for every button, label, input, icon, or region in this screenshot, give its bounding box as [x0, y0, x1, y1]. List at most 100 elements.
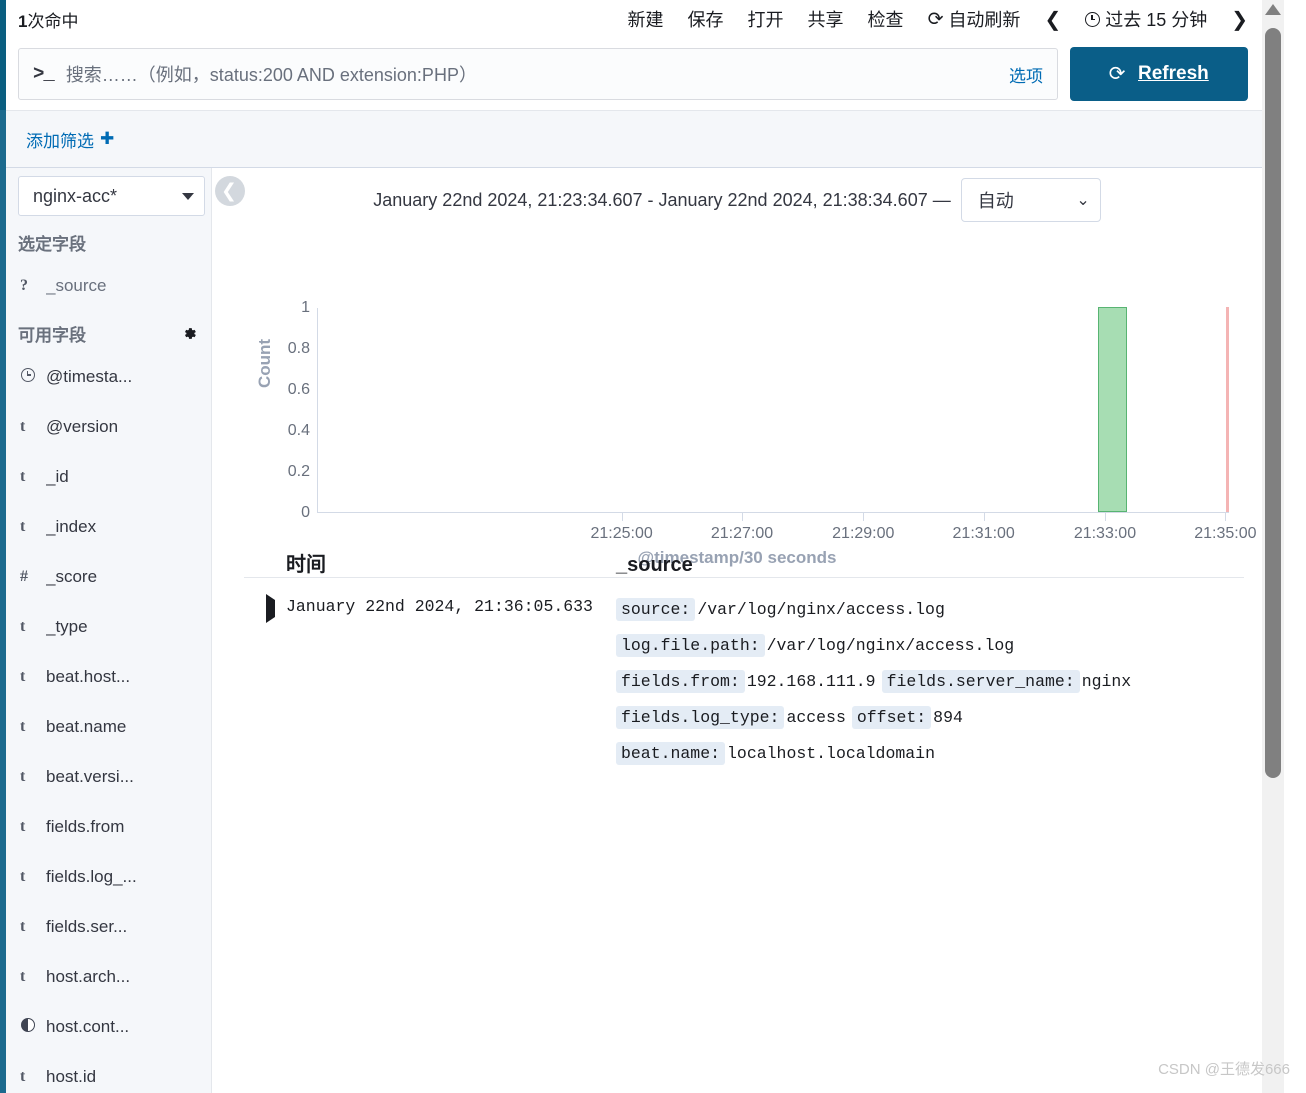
field-label: beat.host... [46, 667, 131, 686]
source-field-value: 894 [933, 708, 963, 727]
sidebar-field-beat-hostname[interactable]: t beat.host... [6, 652, 211, 702]
sidebar-field-fields-server-name[interactable]: t fields.ser... [6, 902, 211, 952]
string-type-icon: t [20, 1068, 26, 1085]
sidebar-field-version[interactable]: t @version [6, 402, 211, 452]
sidebar-field-host-architecture[interactable]: t host.arch... [6, 952, 211, 1002]
table-row[interactable]: January 22nd 2024, 21:36:05.633 source: /… [244, 578, 1244, 772]
sidebar-field-host-id[interactable]: t host.id [6, 1052, 211, 1093]
field-label: fields.log_... [46, 867, 137, 886]
query-bar: >_ 搜索……（例如，status:200 AND extension:PHP）… [6, 38, 1262, 110]
column-header-time[interactable]: 时间 [286, 548, 616, 577]
refresh-cycle-icon: ⟲ [927, 8, 944, 30]
field-label: @version [46, 417, 119, 436]
nav-share[interactable]: 共享 [808, 6, 844, 32]
time-range-label: January 22nd 2024, 21:23:34.607 - Januar… [373, 189, 951, 210]
gear-icon[interactable] [182, 326, 197, 341]
nav-open[interactable]: 打开 [748, 6, 784, 32]
chevron-down-icon [182, 192, 194, 200]
field-label: host.arch... [46, 967, 131, 986]
sidebar-field-index[interactable]: t _index [6, 502, 211, 552]
add-filter-button[interactable]: 添加筛选 ✚ [26, 127, 114, 152]
refresh-button[interactable]: ⟲ Refresh [1070, 47, 1248, 101]
source-field-key: offset: [851, 706, 932, 729]
field-label: _type [46, 617, 88, 636]
refresh-cycle-icon: ⟲ [1109, 63, 1126, 85]
column-header-source[interactable]: _source [616, 554, 1244, 577]
scroll-up-arrow-icon[interactable] [1265, 4, 1281, 15]
expand-row-button[interactable] [244, 592, 286, 772]
string-type-icon: t [20, 468, 26, 485]
hits-label: 次命中 [27, 11, 79, 31]
source-field-value: /var/log/nginx/access.log [697, 600, 945, 619]
field-label: @timesta... [46, 367, 133, 386]
source-field-line: log.file.path:/var/log/nginx/access.log [616, 628, 1244, 664]
y-tick-label: 0.4 [287, 422, 310, 439]
sidebar-field-beat-version[interactable]: t beat.versi... [6, 752, 211, 802]
source-field-value: access [786, 708, 846, 727]
nav-inspect[interactable]: 检查 [868, 6, 904, 32]
field-label: _source [46, 276, 107, 295]
sidebar-field-timestamp[interactable]: @timesta... [6, 352, 211, 402]
top-nav: 新建 保存 打开 共享 检查 ⟲ 自动刷新 ❮ 过去 15 分钟 ❯ [628, 6, 1262, 32]
string-type-icon: t [20, 868, 26, 885]
vertical-scrollbar[interactable] [1262, 0, 1284, 1093]
source-field-key: beat.name: [616, 742, 726, 765]
source-field-key: log.file.path: [616, 634, 765, 657]
time-picker-label: 过去 15 分钟 [1105, 10, 1208, 30]
chart-plot-area[interactable] [317, 307, 1229, 513]
sidebar-field-type[interactable]: t _type [6, 602, 211, 652]
discover-main-panel: ❮ January 22nd 2024, 21:23:34.607 - Janu… [212, 168, 1262, 1093]
nav-new[interactable]: 新建 [628, 6, 664, 32]
chevron-right-icon[interactable]: ❯ [1231, 7, 1248, 32]
sidebar-field-beat-name[interactable]: t beat.name [6, 702, 211, 752]
time-picker-button[interactable]: 过去 15 分钟 [1085, 6, 1207, 32]
string-type-icon: t [20, 918, 26, 935]
x-tick-mark [863, 513, 865, 521]
cell-source: source:/var/log/nginx/access.log log.file… [616, 592, 1244, 772]
console-prompt-icon: >_ [33, 63, 55, 85]
x-tick-mark [983, 513, 985, 521]
add-filter-label: 添加筛选 [26, 131, 94, 151]
options-link[interactable]: 选项 [1009, 62, 1043, 87]
fields-sidebar: nginx-acc* 选定字段 ? _source 可用字段 @timesta.… [6, 168, 212, 1093]
search-input[interactable]: >_ 搜索……（例如，status:200 AND extension:PHP）… [18, 48, 1058, 100]
x-tick-mark [741, 513, 743, 521]
interval-select[interactable]: 自动 ⌄ [960, 178, 1101, 222]
available-fields-header: 可用字段 [6, 311, 211, 352]
y-tick-label: 0.6 [287, 381, 310, 398]
source-field-key: fields.server_name: [881, 670, 1080, 693]
x-tick-mark [1104, 513, 1106, 521]
field-label: host.cont... [46, 1017, 130, 1036]
vertical-scroll-thumb[interactable] [1265, 28, 1281, 778]
sidebar-field-fields-log-type[interactable]: t fields.log_... [6, 852, 211, 902]
sidebar-field-score[interactable]: # _score [6, 552, 211, 602]
index-pattern-select[interactable]: nginx-acc* [18, 176, 205, 216]
filter-bar: 添加筛选 ✚ [6, 110, 1262, 168]
top-bar: 1次命中 新建 保存 打开 共享 检查 ⟲ 自动刷新 ❮ 过去 15 分钟 ❯ [6, 0, 1262, 38]
interval-value: 自动 [977, 191, 1014, 211]
sidebar-field-fields-from[interactable]: t fields.from [6, 802, 211, 852]
current-time-marker [1226, 307, 1229, 512]
field-label: _id [46, 467, 69, 486]
source-field-value: localhost.localdomain [727, 744, 935, 763]
y-tick-label: 0.8 [287, 340, 310, 357]
field-label: beat.name [46, 717, 127, 736]
chart-bar[interactable] [1097, 307, 1127, 512]
auto-refresh-button[interactable]: ⟲ 自动刷新 [928, 6, 1021, 32]
string-type-icon: t [20, 418, 26, 435]
kibana-discover-app: 1次命中 新建 保存 打开 共享 检查 ⟲ 自动刷新 ❮ 过去 15 分钟 ❯ … [0, 0, 1306, 1093]
search-placeholder: 搜索……（例如，status:200 AND extension:PHP） [65, 65, 477, 85]
nav-save[interactable]: 保存 [688, 6, 724, 32]
source-field-line: source:/var/log/nginx/access.log [616, 592, 1244, 628]
sidebar-field-host-containerized[interactable]: host.cont... [6, 1002, 211, 1052]
string-type-icon: t [20, 818, 26, 835]
sidebar-field-_source[interactable]: ? _source [6, 261, 211, 311]
chevron-left-icon[interactable]: ❮ [1044, 7, 1061, 32]
source-field-line: beat.name: localhost.localdomain [616, 736, 1244, 772]
index-pattern-value: nginx-acc* [33, 185, 118, 206]
selected-fields-header: 选定字段 [6, 220, 211, 261]
sidebar-field-id[interactable]: t _id [6, 452, 211, 502]
chart-header: January 22nd 2024, 21:23:34.607 - Januar… [212, 178, 1262, 222]
table-header-row: 时间 _source [244, 530, 1244, 578]
source-field-value: /var/log/nginx/access.log [766, 636, 1015, 655]
